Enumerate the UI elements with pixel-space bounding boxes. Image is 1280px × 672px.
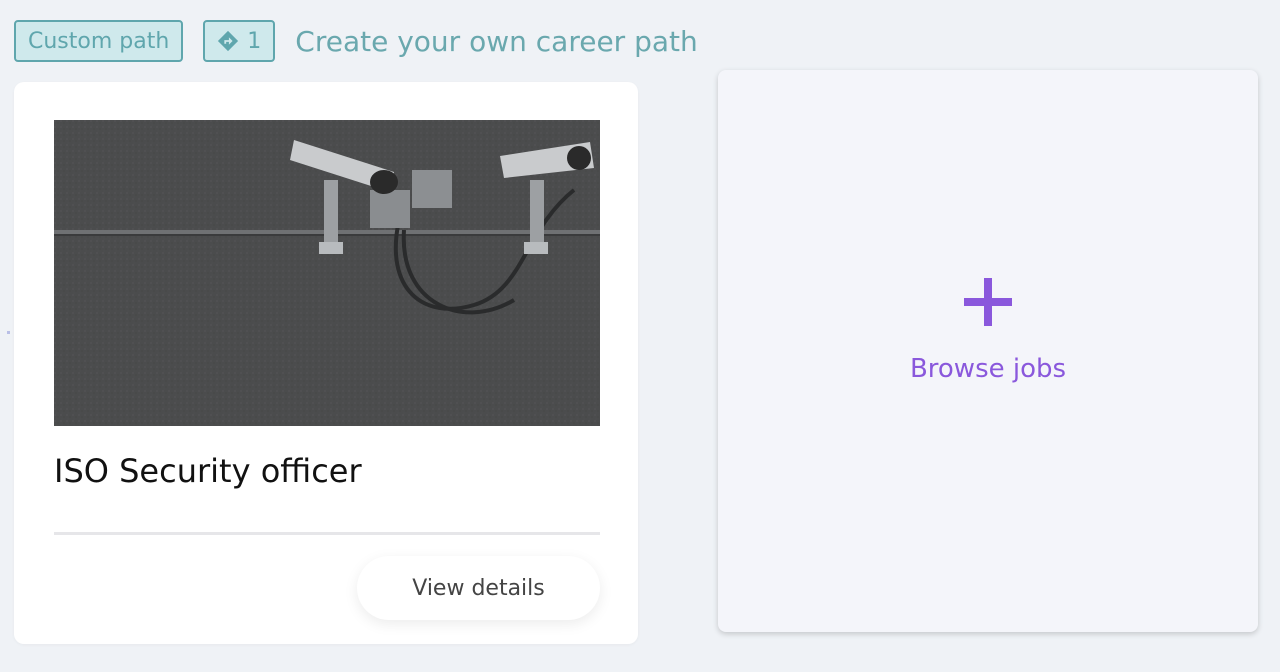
custom-path-tag: Custom path xyxy=(14,20,184,62)
directions-icon xyxy=(218,30,239,52)
view-details-button[interactable]: View details xyxy=(357,556,600,620)
path-header: Custom path 1 Create your own career pat… xyxy=(14,18,698,64)
plus-icon xyxy=(964,278,1012,326)
page-title: Create your own career path xyxy=(295,24,698,58)
browse-jobs-label: Browse jobs xyxy=(909,354,1067,384)
path-count: 1 xyxy=(247,28,262,54)
job-image xyxy=(54,120,600,426)
browse-jobs-tile[interactable]: Browse jobs xyxy=(718,70,1258,632)
job-card: ISO Security officer View details xyxy=(14,82,638,644)
card-divider xyxy=(54,532,600,535)
job-title: ISO Security officer xyxy=(54,452,362,490)
path-count-tag: 1 xyxy=(203,20,276,62)
decorative-dot xyxy=(7,331,10,334)
custom-path-tag-label: Custom path xyxy=(28,28,170,54)
